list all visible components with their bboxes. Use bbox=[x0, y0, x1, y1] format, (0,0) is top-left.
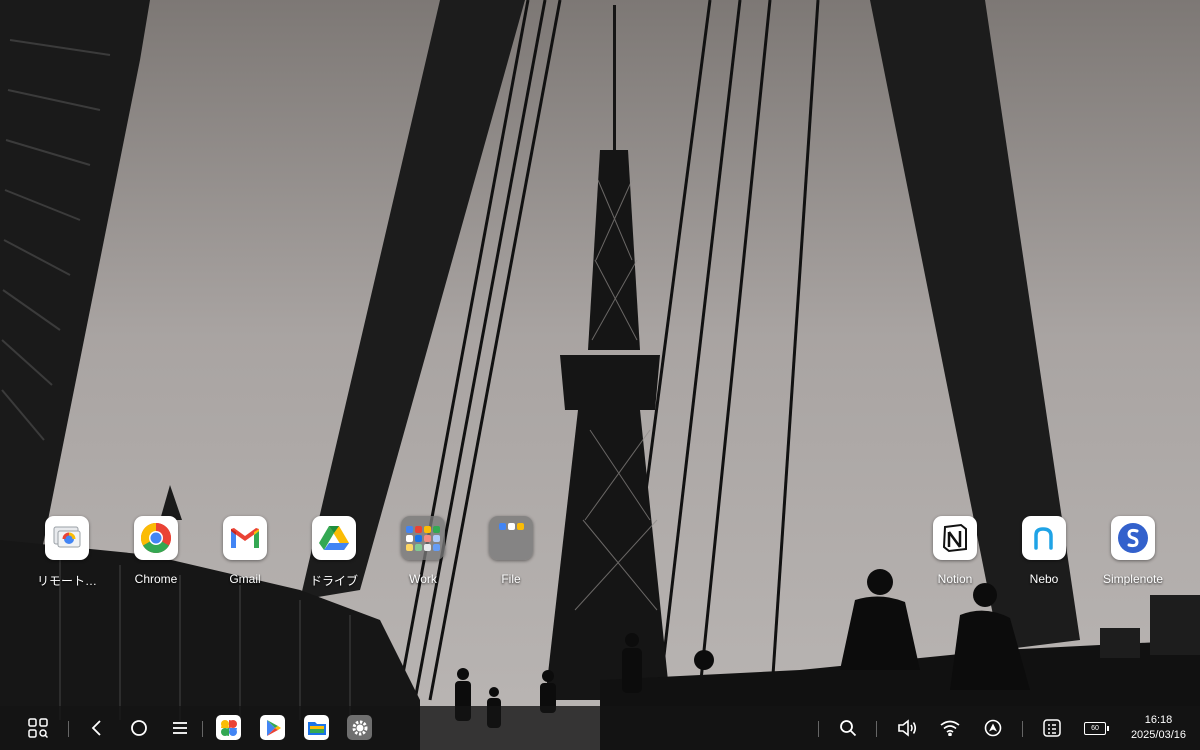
divider bbox=[68, 721, 69, 737]
app-remote-desktop[interactable]: リモート… bbox=[22, 516, 112, 589]
back-icon[interactable] bbox=[85, 716, 109, 740]
app-label: Chrome bbox=[134, 572, 178, 586]
quick-settings-icon[interactable] bbox=[1040, 716, 1064, 740]
location-icon[interactable] bbox=[981, 716, 1005, 740]
search-icon[interactable] bbox=[836, 716, 860, 740]
folder-icon bbox=[401, 516, 445, 560]
divider bbox=[202, 721, 203, 737]
photos-icon[interactable] bbox=[216, 715, 241, 740]
clock-time: 16:18 bbox=[1144, 714, 1173, 726]
app-drive[interactable]: ドライブ bbox=[289, 516, 379, 589]
app-label: Gmail bbox=[229, 572, 261, 586]
app-folder-work[interactable]: Work bbox=[378, 516, 468, 586]
settings-icon[interactable] bbox=[347, 715, 372, 740]
taskbar: 60 16:18 2025/03/16 bbox=[0, 706, 1200, 750]
app-label: ドライブ bbox=[309, 574, 358, 588]
battery-icon: 60 bbox=[1084, 721, 1109, 735]
play-store-icon[interactable] bbox=[260, 715, 285, 740]
nebo-icon bbox=[1022, 516, 1066, 560]
clock-date: 2025/03/16 bbox=[1130, 729, 1186, 741]
app-label: Work bbox=[409, 572, 437, 586]
notion-icon bbox=[933, 516, 977, 560]
files-icon[interactable] bbox=[304, 715, 329, 740]
app-nebo[interactable]: Nebo bbox=[999, 516, 1089, 586]
app-chrome[interactable]: Chrome bbox=[111, 516, 201, 586]
remote-desktop-icon bbox=[45, 516, 89, 560]
battery-level: 60 bbox=[1091, 724, 1099, 732]
divider bbox=[818, 721, 819, 737]
simplenote-icon bbox=[1111, 516, 1155, 560]
app-drawer-icon[interactable] bbox=[26, 716, 50, 740]
wallpaper-photo bbox=[0, 0, 1200, 750]
divider bbox=[876, 721, 877, 737]
clock[interactable]: 16:18 2025/03/16 bbox=[1131, 713, 1186, 743]
app-label: リモート… bbox=[36, 574, 97, 588]
home-icon[interactable] bbox=[127, 716, 151, 740]
folder-icon bbox=[489, 516, 533, 560]
volume-icon[interactable] bbox=[895, 716, 919, 740]
app-label: Nebo bbox=[1029, 572, 1059, 586]
recents-icon[interactable] bbox=[168, 716, 192, 740]
app-label: File bbox=[501, 572, 521, 586]
chrome-icon bbox=[134, 516, 178, 560]
app-gmail[interactable]: Gmail bbox=[200, 516, 290, 586]
app-simplenote[interactable]: Simplenote bbox=[1088, 516, 1178, 586]
app-label: Simplenote bbox=[1102, 572, 1164, 586]
drive-icon bbox=[312, 516, 356, 560]
gmail-icon bbox=[223, 516, 267, 560]
wifi-icon[interactable] bbox=[938, 716, 962, 740]
app-notion[interactable]: Notion bbox=[910, 516, 1000, 586]
app-folder-file[interactable]: File bbox=[466, 516, 556, 586]
battery-indicator[interactable]: 60 bbox=[1082, 716, 1109, 740]
divider bbox=[1022, 721, 1023, 737]
app-label: Notion bbox=[937, 572, 973, 586]
